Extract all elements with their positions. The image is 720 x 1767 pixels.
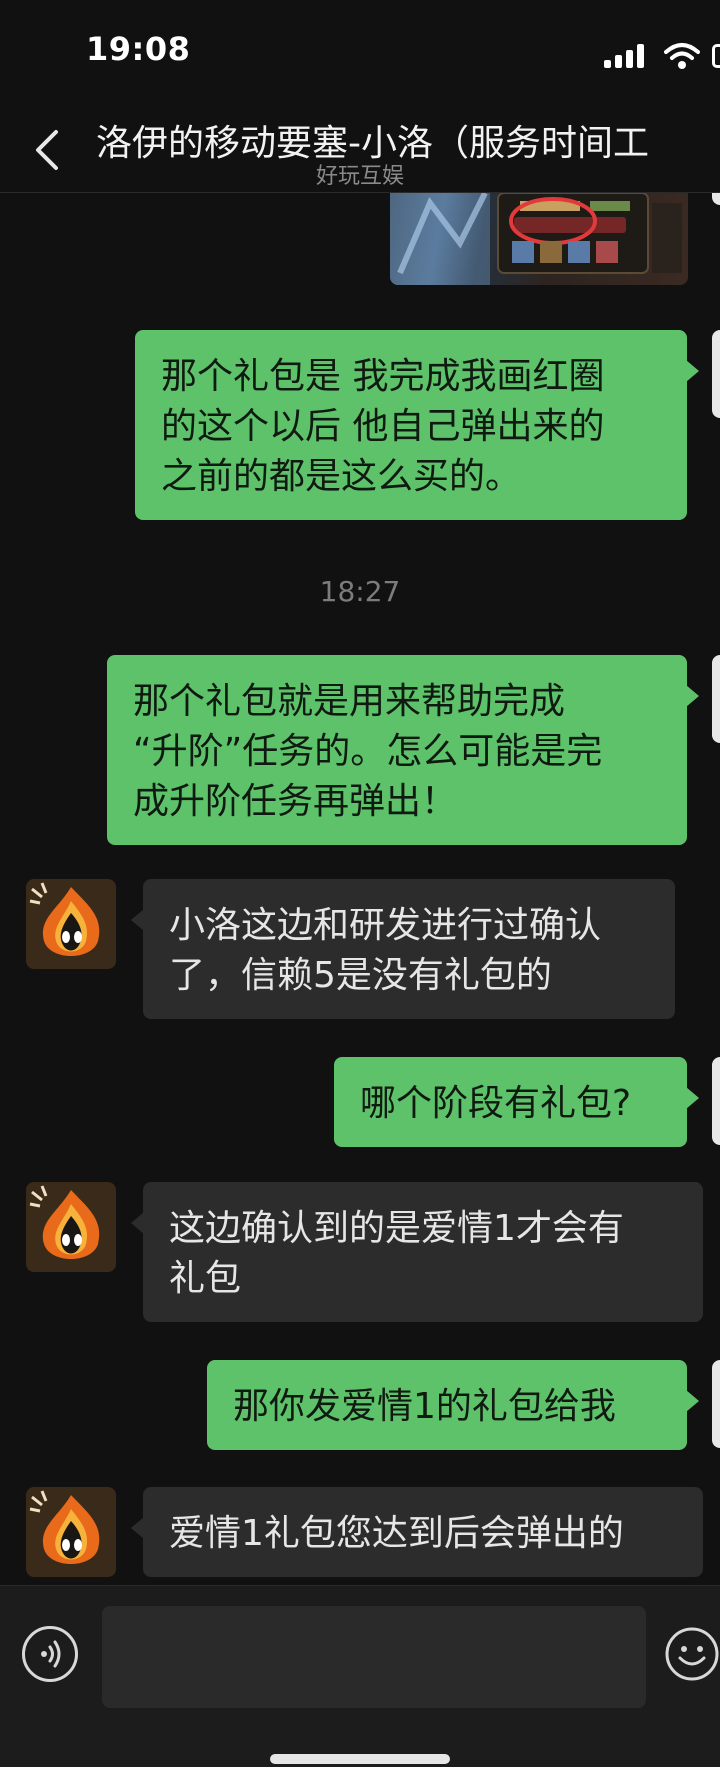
voice-icon xyxy=(41,1640,61,1668)
message-line: 的这个以后 他自己弹出来的 xyxy=(161,406,605,447)
message-line: 这边确认到的是爱情1才会有 xyxy=(169,1208,624,1249)
message-line: 了，信赖5是没有礼包的 xyxy=(169,955,552,996)
flame-mascot-image xyxy=(26,879,116,969)
message-bubble-sent[interactable]: 那你发爱情1的礼包给我 xyxy=(207,1360,699,1450)
timestamp: 18:27 xyxy=(319,575,401,608)
battery-icon xyxy=(712,44,720,68)
my-avatar[interactable] xyxy=(712,1057,720,1145)
message-line: 礼包 xyxy=(169,1258,242,1299)
wifi-icon xyxy=(664,43,700,69)
my-avatar[interactable] xyxy=(712,655,720,743)
voice-button[interactable] xyxy=(22,1626,78,1682)
message-line: 那个礼包就是用来帮助完成 xyxy=(133,681,566,722)
contact-avatar[interactable] xyxy=(26,1182,116,1272)
my-avatar[interactable] xyxy=(712,330,720,418)
status-bar: 19:08 xyxy=(0,0,720,100)
message-bubble-received[interactable]: 小洛这边和研发进行过确认 了，信赖5是没有礼包的 xyxy=(131,879,675,1019)
flame-mascot-image xyxy=(26,1182,116,1272)
input-bar xyxy=(0,1585,720,1767)
status-time: 19:08 xyxy=(86,30,191,68)
message-list[interactable]: 那个礼包是 我完成我画红圈 的这个以后 他自己弹出来的 之前的都是这么买的。 1… xyxy=(0,193,720,1585)
home-indicator xyxy=(270,1754,450,1764)
chat-subtitle: 好玩互娱 xyxy=(315,164,404,189)
message-line: “升阶”任务的。怎么可能是完 xyxy=(133,731,603,772)
message-bubble-received[interactable]: 爱情1礼包您达到后会弹出的 xyxy=(131,1487,703,1577)
message-line: 成升阶任务再弹出！ xyxy=(133,781,458,822)
signal-icon xyxy=(604,44,652,68)
message-line: 小洛这边和研发进行过确认 xyxy=(169,905,602,946)
emoji-icon[interactable] xyxy=(664,1626,720,1682)
message-input[interactable] xyxy=(102,1606,646,1708)
message-line: 之前的都是这么买的。 xyxy=(161,456,522,497)
contact-avatar[interactable] xyxy=(26,879,116,969)
my-avatar[interactable] xyxy=(712,193,720,205)
message-line: 那个礼包是 我完成我画红圈 xyxy=(161,356,605,397)
message-line: 哪个阶段有礼包? xyxy=(360,1083,632,1124)
message-bubble-sent[interactable]: 那个礼包就是用来帮助完成 “升阶”任务的。怎么可能是完 成升阶任务再弹出！ xyxy=(107,655,699,845)
message-line: 爱情1礼包您达到后会弹出的 xyxy=(169,1513,624,1554)
chat-header: 洛伊的移动要塞-小洛（服务时间工 好玩互娱 xyxy=(0,100,720,193)
message-line: 那你发爱情1的礼包给我 xyxy=(233,1386,616,1427)
image-message[interactable] xyxy=(390,193,688,285)
message-bubble-sent[interactable]: 那个礼包是 我完成我画红圈 的这个以后 他自己弹出来的 之前的都是这么买的。 xyxy=(135,330,699,520)
contact-avatar[interactable] xyxy=(26,1487,116,1577)
message-bubble-sent[interactable]: 哪个阶段有礼包? xyxy=(334,1057,699,1147)
message-bubble-received[interactable]: 这边确认到的是爱情1才会有 礼包 xyxy=(131,1182,703,1322)
my-avatar[interactable] xyxy=(712,1360,720,1448)
flame-mascot-image xyxy=(26,1487,116,1577)
chat-screen: 19:08 洛伊的移动要塞-小洛（服务时间工 好玩互娱 那个礼包是 我完成我画红… xyxy=(0,0,720,1767)
game-screenshot-image xyxy=(390,193,682,285)
